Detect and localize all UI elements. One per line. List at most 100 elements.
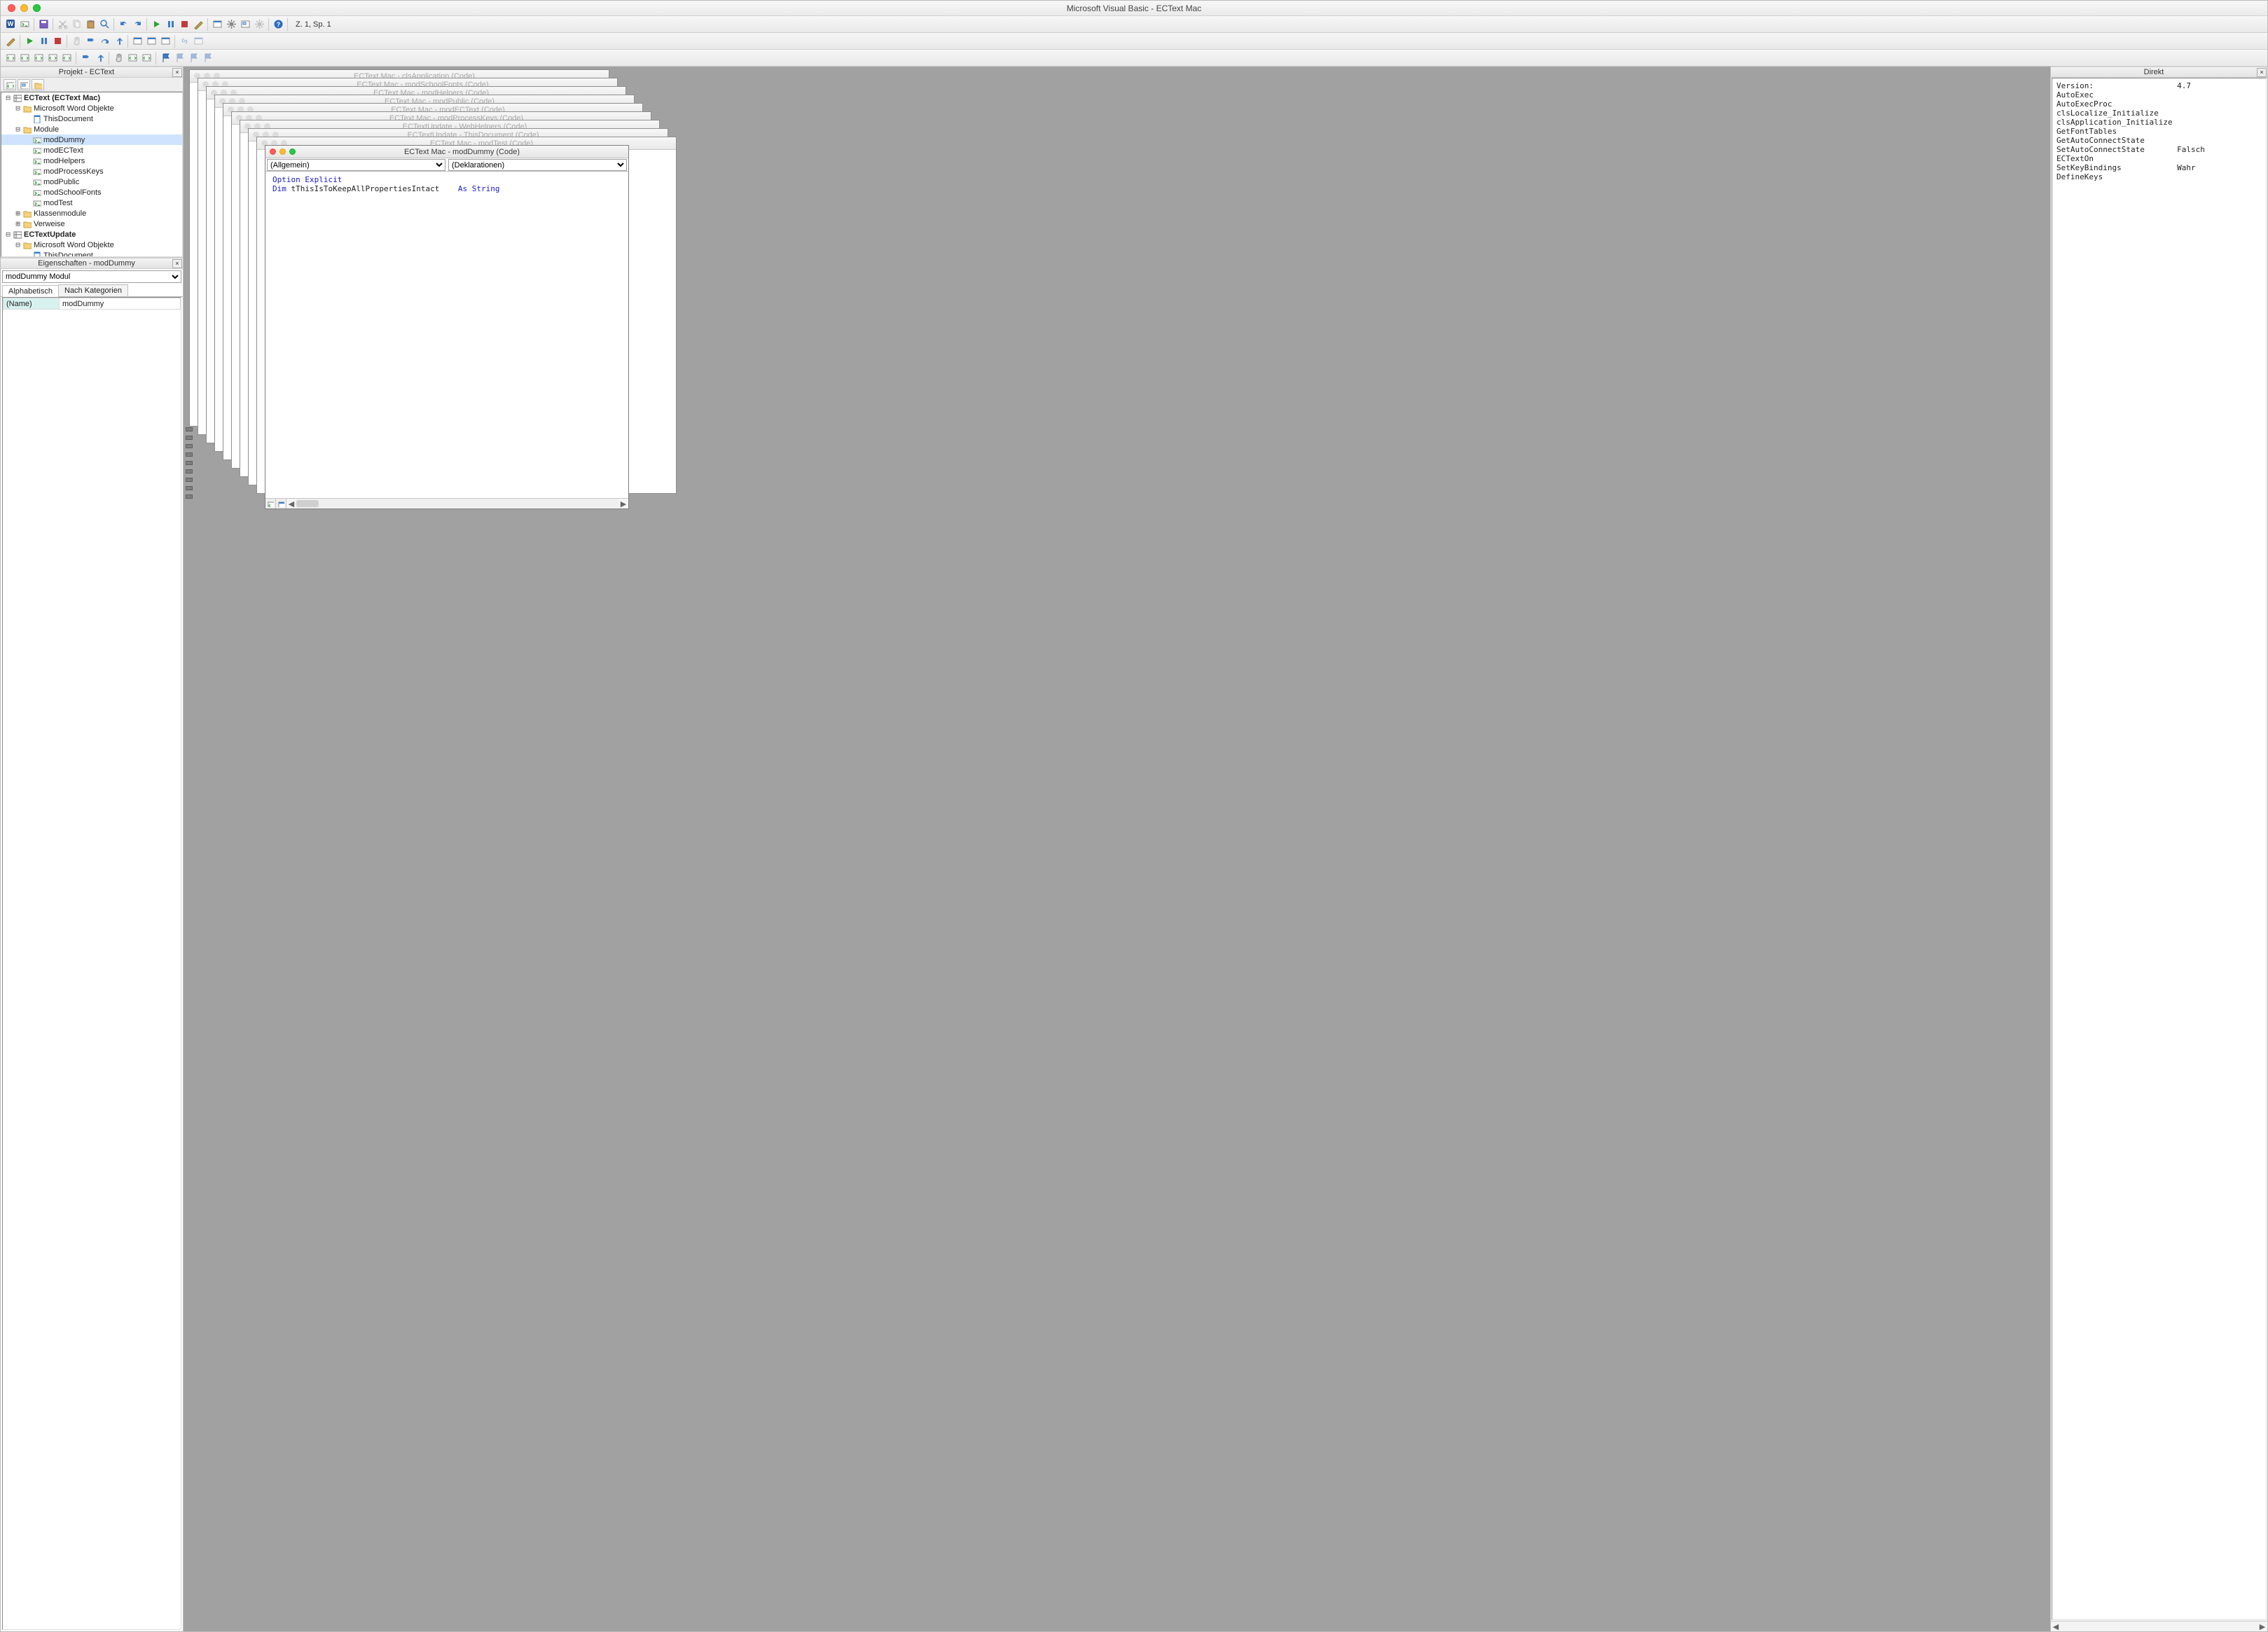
paste-button[interactable] <box>83 18 97 32</box>
tree-expander-icon[interactable]: ⊟ <box>14 125 22 134</box>
call-stack-button[interactable] <box>191 34 205 48</box>
run-button[interactable] <box>149 18 163 32</box>
tree-node[interactable]: ThisDocument <box>1 113 182 124</box>
immediate-window-button[interactable] <box>144 34 158 48</box>
tree-expander-icon[interactable]: ⊟ <box>14 240 22 249</box>
toolbox-button[interactable] <box>252 18 266 32</box>
tree-node[interactable]: ThisDocument <box>1 250 182 257</box>
scroll-right-icon[interactable]: ▶ <box>2257 1621 2267 1631</box>
tree-node[interactable]: modSchoolFonts <box>1 187 182 198</box>
scroll-right-icon[interactable]: ▶ <box>618 499 628 509</box>
view-code-button[interactable] <box>4 79 16 90</box>
tree-node[interactable]: ⊞Verweise <box>1 219 182 229</box>
tree-node[interactable]: ⊟Microsoft Word Objekte <box>1 240 182 250</box>
toggle-bookmark-button[interactable] <box>158 51 172 65</box>
indent-button[interactable] <box>78 51 92 65</box>
save-button[interactable] <box>36 18 50 32</box>
cut-button[interactable] <box>55 18 69 32</box>
prev-bookmark-button[interactable] <box>186 51 200 65</box>
properties-panel-close-button[interactable]: × <box>172 259 182 268</box>
locals-window-button[interactable] <box>130 34 144 48</box>
code-horizontal-scrollbar[interactable]: ◀▶ <box>265 498 628 509</box>
list-constants-button[interactable] <box>18 51 32 65</box>
object-combo[interactable]: (Allgemein) <box>267 159 445 171</box>
uncomment-block-button[interactable] <box>139 51 153 65</box>
tree-node[interactable]: modECText <box>1 145 182 155</box>
list-properties-button[interactable] <box>4 51 18 65</box>
quick-watch-button[interactable] <box>177 34 191 48</box>
project-tree[interactable]: ⊟ECText (ECText Mac)⊟Microsoft Word Obje… <box>1 92 183 257</box>
design-mode-button[interactable] <box>191 18 205 32</box>
tree-expander-icon[interactable]: ⊟ <box>4 93 12 102</box>
tree-node[interactable]: modHelpers <box>1 155 182 166</box>
properties-window-button[interactable] <box>224 18 238 32</box>
properties-object-selector[interactable]: modDummy Modul <box>2 270 181 283</box>
next-bookmark-button[interactable] <box>172 51 186 65</box>
property-row[interactable]: (Name)modDummy <box>4 298 181 310</box>
find-button[interactable] <box>97 18 111 32</box>
tree-node[interactable]: ⊟ECTextUpdate <box>1 229 182 240</box>
tree-node[interactable]: ⊟Module <box>1 124 182 134</box>
breakpoint-button[interactable] <box>111 51 125 65</box>
immediate-window[interactable]: Version: 4.7 AutoExec AutoExecProc clsLo… <box>2052 78 2267 1620</box>
project-panel-close-button[interactable]: × <box>172 68 182 77</box>
tree-expander-icon[interactable]: ⊟ <box>14 104 22 113</box>
tree-node[interactable]: ⊟Microsoft Word Objekte <box>1 103 182 113</box>
tree-expander-icon[interactable]: ⊞ <box>14 219 22 228</box>
redo-button[interactable] <box>130 18 144 32</box>
code-window-active[interactable]: ECText Mac - modDummy (Code)(Allgemein)(… <box>265 145 629 509</box>
insert-module-button[interactable] <box>18 18 32 32</box>
scroll-left-icon[interactable]: ◀ <box>2051 1621 2061 1631</box>
minimize-icon[interactable] <box>20 4 28 12</box>
code-editor[interactable]: Option ExplicitDim tThisIsToKeepAllPrope… <box>265 172 628 498</box>
tree-node[interactable]: ⊞Klassenmodule <box>1 208 182 219</box>
project-explorer-button[interactable] <box>210 18 224 32</box>
toggle-folders-button[interactable] <box>32 79 44 90</box>
minimize-icon[interactable] <box>279 148 286 155</box>
immediate-panel-close-button[interactable]: × <box>2257 68 2267 77</box>
complete-word-button[interactable] <box>60 51 74 65</box>
reset-button[interactable] <box>177 18 191 32</box>
quick-info-button[interactable] <box>32 51 46 65</box>
tree-expander-icon[interactable]: ⊞ <box>14 209 22 218</box>
help-button[interactable] <box>271 18 285 32</box>
tree-expander-icon[interactable]: ⊟ <box>4 230 12 239</box>
close-icon[interactable] <box>270 148 276 155</box>
outdent-button[interactable] <box>92 51 106 65</box>
break-button-2[interactable] <box>36 34 50 48</box>
parameter-info-button[interactable] <box>46 51 60 65</box>
tab-categorized[interactable]: Nach Kategorien <box>58 284 128 296</box>
scroll-left-icon[interactable]: ◀ <box>286 499 296 509</box>
procedure-combo[interactable]: (Deklarationen) <box>448 159 627 171</box>
object-browser-button[interactable] <box>238 18 252 32</box>
tree-node[interactable]: modPublic <box>1 177 182 187</box>
step-into-button[interactable] <box>83 34 97 48</box>
zoom-icon[interactable] <box>33 4 41 12</box>
properties-grid[interactable]: (Name)modDummy <box>2 297 181 1630</box>
tree-node[interactable]: modTest <box>1 198 182 208</box>
compile-button[interactable] <box>4 34 18 48</box>
hand-tool-button[interactable] <box>69 34 83 48</box>
copy-button[interactable] <box>69 18 83 32</box>
reset-button-2[interactable] <box>50 34 64 48</box>
immediate-scrollbar[interactable]: ◀ ▶ <box>2051 1621 2267 1631</box>
step-over-button[interactable] <box>97 34 111 48</box>
word-app-icon[interactable] <box>4 18 18 32</box>
undo-button[interactable] <box>116 18 130 32</box>
view-object-button[interactable] <box>18 79 30 90</box>
close-icon[interactable] <box>8 4 15 12</box>
tree-node[interactable]: modDummy <box>1 134 182 145</box>
full-module-view-button[interactable] <box>276 499 286 509</box>
zoom-icon[interactable] <box>289 148 296 155</box>
watch-window-button[interactable] <box>158 34 172 48</box>
run-button-2[interactable] <box>22 34 36 48</box>
procedure-view-button[interactable] <box>265 499 276 509</box>
comment-block-button[interactable] <box>125 51 139 65</box>
break-button[interactable] <box>163 18 177 32</box>
tree-node[interactable]: ⊟ECText (ECText Mac) <box>1 92 182 103</box>
tab-alphabetical[interactable]: Alphabetisch <box>2 285 59 297</box>
tree-node[interactable]: modProcessKeys <box>1 166 182 177</box>
clear-bookmarks-button[interactable] <box>200 51 214 65</box>
step-out-button[interactable] <box>111 34 125 48</box>
property-value[interactable]: modDummy <box>60 298 181 310</box>
